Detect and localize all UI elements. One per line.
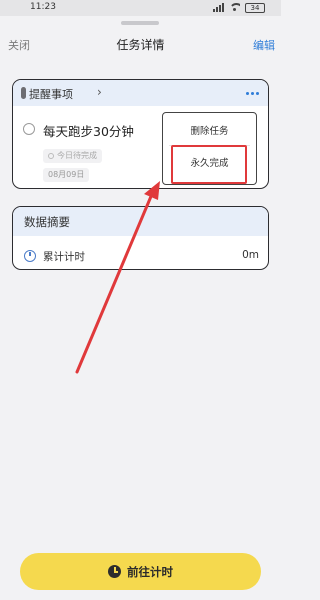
summary-row-value: 0m: [242, 249, 259, 261]
more-options-icon[interactable]: [246, 92, 259, 95]
circle-icon: [48, 152, 54, 159]
task-date-chip: 08月09日: [43, 168, 90, 182]
timer-icon: [24, 250, 36, 262]
summary-header: 数据摘要: [13, 207, 268, 236]
chevron-right-icon: ›: [97, 85, 102, 99]
wifi-icon: [229, 3, 240, 12]
go-to-timer-label: 前往计时: [127, 564, 173, 579]
sheet-drag-handle[interactable]: [121, 21, 159, 25]
menu-item-delete-task[interactable]: 删除任务: [163, 123, 256, 137]
summary-title: 数据摘要: [24, 215, 70, 229]
menu-item-complete-permanently[interactable]: 永久完成: [163, 155, 256, 169]
task-status-chip: 今日待完成: [43, 149, 102, 163]
battery-icon: 34: [245, 2, 265, 13]
page-title: 任务详情: [116, 38, 165, 52]
menu-divider: [169, 145, 250, 146]
signal-icon: [213, 3, 224, 12]
task-title: 每天跑步30分钟: [43, 124, 134, 139]
task-complete-checkbox[interactable]: [23, 123, 35, 135]
status-bar: 11:23 34: [0, 0, 281, 16]
data-summary-card: 数据摘要 累计计时 0m: [12, 206, 269, 270]
task-card-header[interactable]: 提醒事项 ›: [13, 80, 268, 106]
task-status-text: 今日待完成: [57, 151, 97, 160]
status-time: 11:23: [30, 2, 56, 12]
summary-row-label: 累计计时: [43, 251, 85, 263]
edit-button[interactable]: 编辑: [253, 37, 275, 53]
go-to-timer-button[interactable]: 前往计时: [20, 553, 261, 590]
category-label: 提醒事项: [29, 88, 73, 101]
task-context-menu: 删除任务 永久完成: [162, 112, 257, 185]
clock-icon: [108, 565, 121, 578]
category-tag-icon: [21, 87, 26, 99]
status-icons: 34: [213, 2, 265, 13]
